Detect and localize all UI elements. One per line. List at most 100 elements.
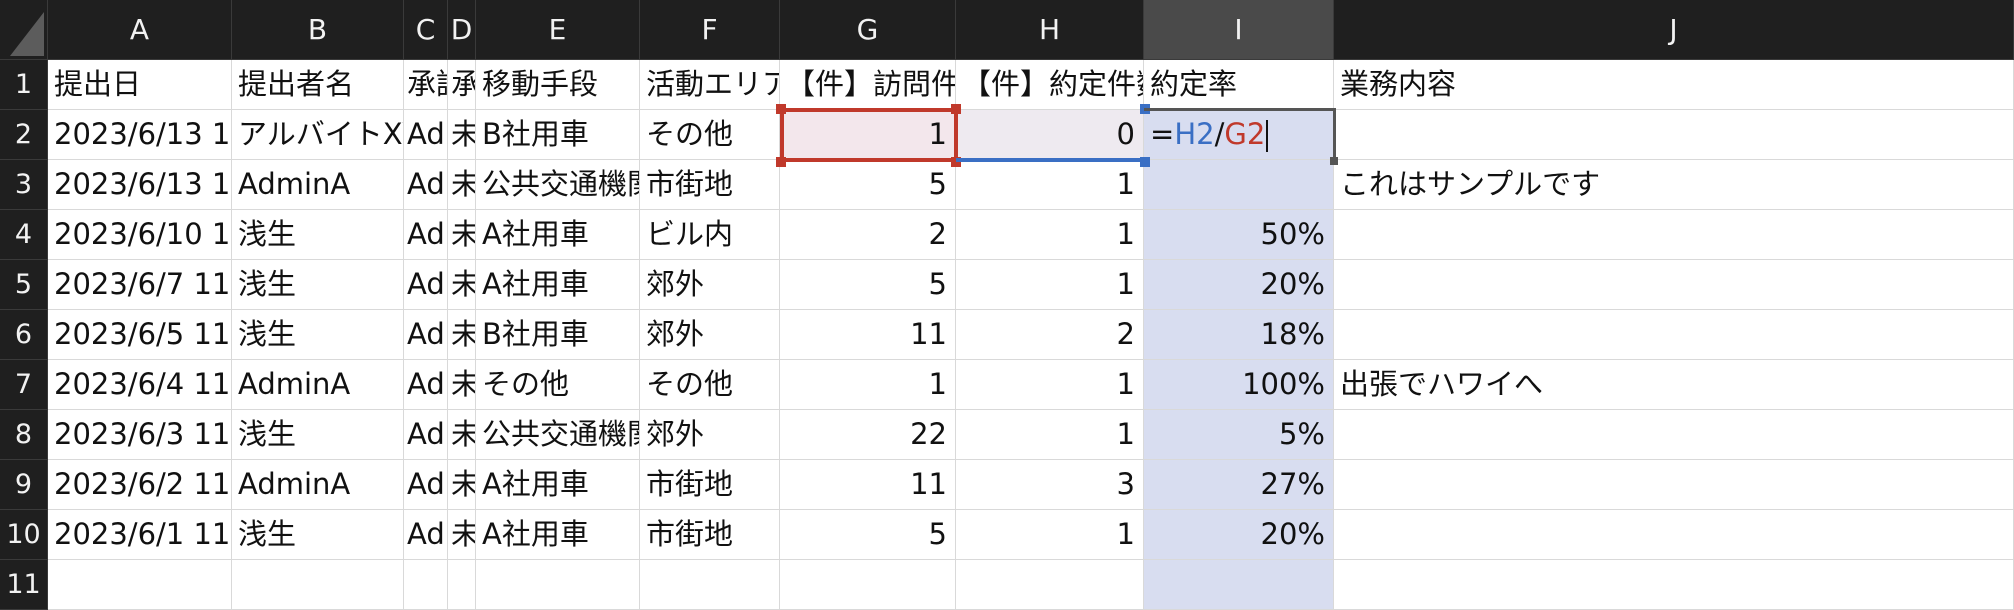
cell-i9[interactable]: 27%	[1144, 460, 1334, 510]
cell-c5[interactable]: Adn	[404, 260, 448, 310]
cell-d3[interactable]: 未	[448, 160, 476, 210]
cell-j1[interactable]: 業務内容	[1334, 60, 2014, 110]
cell-j9[interactable]	[1334, 460, 2014, 510]
cell-f9[interactable]: 市街地	[640, 460, 780, 510]
cell-f10[interactable]: 市街地	[640, 510, 780, 560]
cell-a7[interactable]: 2023/6/4 11:54	[48, 360, 232, 410]
column-header-i[interactable]: I	[1144, 0, 1334, 60]
row-header-2[interactable]: 2	[0, 110, 48, 160]
cell-h10[interactable]: 1	[956, 510, 1144, 560]
cell-i5[interactable]: 20%	[1144, 260, 1334, 310]
select-all-corner[interactable]	[0, 0, 48, 60]
reference-handle-h2-br[interactable]	[1140, 157, 1150, 167]
cell-f4[interactable]: ビル内	[640, 210, 780, 260]
cell-e6[interactable]: B社用車	[476, 310, 640, 360]
cell-a5[interactable]: 2023/6/7 11:54	[48, 260, 232, 310]
cell-i7[interactable]: 100%	[1144, 360, 1334, 410]
cell-e1[interactable]: 移動手段	[476, 60, 640, 110]
cell-e9[interactable]: A社用車	[476, 460, 640, 510]
cell-d10[interactable]: 未	[448, 510, 476, 560]
cell-j2[interactable]	[1334, 110, 2014, 160]
cell-g6[interactable]: 11	[780, 310, 956, 360]
cell-j5[interactable]	[1334, 260, 2014, 310]
cell-a8[interactable]: 2023/6/3 11:54	[48, 410, 232, 460]
cell-a9[interactable]: 2023/6/2 11:54	[48, 460, 232, 510]
column-header-a[interactable]: A	[48, 0, 232, 60]
cell-i6[interactable]: 18%	[1144, 310, 1334, 360]
column-header-j[interactable]: J	[1334, 0, 2014, 60]
cell-d4[interactable]: 未	[448, 210, 476, 260]
row-header-4[interactable]: 4	[0, 210, 48, 260]
cell-e4[interactable]: A社用車	[476, 210, 640, 260]
cell-c7[interactable]: Adn	[404, 360, 448, 410]
cell-f6[interactable]: 郊外	[640, 310, 780, 360]
cell-h6[interactable]: 2	[956, 310, 1144, 360]
cell-j11[interactable]	[1334, 560, 2014, 610]
column-header-g[interactable]: G	[780, 0, 956, 60]
cell-j4[interactable]	[1334, 210, 2014, 260]
cell-a3[interactable]: 2023/6/13 11:54	[48, 160, 232, 210]
cell-d2[interactable]: 未	[448, 110, 476, 160]
cell-d9[interactable]: 未	[448, 460, 476, 510]
cell-c4[interactable]: Adn	[404, 210, 448, 260]
cell-g2[interactable]: 1	[780, 110, 956, 160]
cell-a11[interactable]	[48, 560, 232, 610]
cell-h7[interactable]: 1	[956, 360, 1144, 410]
row-header-9[interactable]: 9	[0, 460, 48, 510]
cell-g8[interactable]: 22	[780, 410, 956, 460]
cell-g3[interactable]: 5	[780, 160, 956, 210]
cell-g5[interactable]: 5	[780, 260, 956, 310]
row-header-7[interactable]: 7	[0, 360, 48, 410]
cell-c6[interactable]: Adn	[404, 310, 448, 360]
cell-a6[interactable]: 2023/6/5 11:54	[48, 310, 232, 360]
cell-c10[interactable]: Adn	[404, 510, 448, 560]
cell-g7[interactable]: 1	[780, 360, 956, 410]
cell-c3[interactable]: Adn	[404, 160, 448, 210]
cell-e2[interactable]: B社用車	[476, 110, 640, 160]
reference-handle-g2-br[interactable]	[951, 157, 961, 167]
cell-b4[interactable]: 浅生	[232, 210, 404, 260]
cell-b3[interactable]: AdminA	[232, 160, 404, 210]
cell-f8[interactable]: 郊外	[640, 410, 780, 460]
cell-j10[interactable]	[1334, 510, 2014, 560]
cell-e5[interactable]: A社用車	[476, 260, 640, 310]
cell-b11[interactable]	[232, 560, 404, 610]
reference-handle-g2-tr[interactable]	[951, 104, 961, 114]
cell-b7[interactable]: AdminA	[232, 360, 404, 410]
row-header-5[interactable]: 5	[0, 260, 48, 310]
formula-text[interactable]: =H2/G2	[1150, 117, 1269, 152]
cell-j8[interactable]	[1334, 410, 2014, 460]
reference-handle-g2-bl[interactable]	[776, 157, 786, 167]
cell-g11[interactable]	[780, 560, 956, 610]
cell-b9[interactable]: AdminA	[232, 460, 404, 510]
cell-f2[interactable]: その他	[640, 110, 780, 160]
cell-e7[interactable]: その他	[476, 360, 640, 410]
cell-h9[interactable]: 3	[956, 460, 1144, 510]
cell-g1[interactable]: 【件】訪問件数	[780, 60, 956, 110]
cell-b6[interactable]: 浅生	[232, 310, 404, 360]
cell-f11[interactable]	[640, 560, 780, 610]
cell-b2[interactable]: アルバイトXY	[232, 110, 404, 160]
cell-f1[interactable]: 活動エリア	[640, 60, 780, 110]
cell-i1[interactable]: 約定率	[1144, 60, 1334, 110]
cell-g10[interactable]: 5	[780, 510, 956, 560]
cell-h4[interactable]: 1	[956, 210, 1144, 260]
cell-g9[interactable]: 11	[780, 460, 956, 510]
cell-f7[interactable]: その他	[640, 360, 780, 410]
cell-c8[interactable]: Adn	[404, 410, 448, 460]
row-header-10[interactable]: 10	[0, 510, 48, 560]
column-header-b[interactable]: B	[232, 0, 404, 60]
cell-i2[interactable]: =H2/G2	[1144, 110, 1334, 160]
cell-i10[interactable]: 20%	[1144, 510, 1334, 560]
cell-j7[interactable]: 出張でハワイへ	[1334, 360, 2014, 410]
cell-h1[interactable]: 【件】約定件数	[956, 60, 1144, 110]
cell-h2[interactable]: 0	[956, 110, 1144, 160]
reference-handle-h2-tr[interactable]	[1140, 104, 1150, 114]
cell-b1[interactable]: 提出者名	[232, 60, 404, 110]
column-header-c[interactable]: C	[404, 0, 448, 60]
cell-c1[interactable]: 承認	[404, 60, 448, 110]
cell-i8[interactable]: 5%	[1144, 410, 1334, 460]
cell-d11[interactable]	[448, 560, 476, 610]
cell-f5[interactable]: 郊外	[640, 260, 780, 310]
cell-a4[interactable]: 2023/6/10 11:54	[48, 210, 232, 260]
